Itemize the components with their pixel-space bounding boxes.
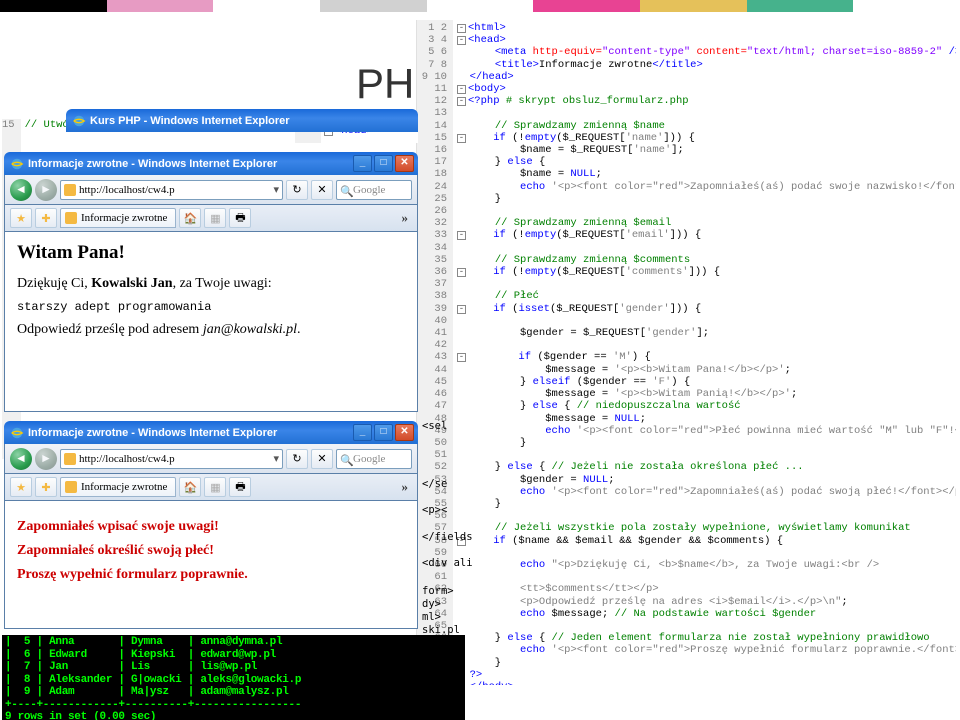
stop-button[interactable]: ✕ bbox=[311, 449, 333, 469]
ie1-content: Witam Pana! Dziękuję Ci, Kowalski Jan, z… bbox=[4, 232, 418, 412]
error-missing-gender: Zapomniałeś określić swoją płeć! bbox=[17, 543, 405, 559]
add-favorites-button[interactable]: ✚ bbox=[35, 477, 57, 497]
back-button[interactable]: ◄ bbox=[10, 179, 32, 201]
window-title: Informacje zwrotne - Windows Internet Ex… bbox=[28, 427, 277, 439]
print-button[interactable]: 🖶 bbox=[229, 208, 251, 228]
code-fragment: ml> bbox=[422, 611, 441, 623]
php-source-editor: 1 2 3 4 5 6 7 8 9 10 11 12 13 14 15 16 1… bbox=[416, 20, 956, 685]
error-missing-comments: Zapomniałeś wpisać swoje uwagi! bbox=[17, 519, 405, 535]
address-bar[interactable]: http://localhost/cw4.p ▾ bbox=[60, 449, 283, 469]
ie2-titlebar[interactable]: Informacje zwrotne - Windows Internet Ex… bbox=[4, 421, 418, 444]
dropdown-icon[interactable]: ▾ bbox=[273, 452, 279, 465]
code-fragment: </fields bbox=[422, 531, 473, 543]
maximize-button[interactable]: □ bbox=[374, 424, 393, 441]
toolbar-overflow[interactable]: » bbox=[402, 210, 413, 226]
ie-icon bbox=[10, 157, 24, 171]
ie1-tabbar: ★ ✚ Informacje zwrotne 🏠 ▦ 🖶 » bbox=[4, 205, 418, 232]
window-title: Kurs PHP - Windows Internet Explorer bbox=[90, 115, 290, 127]
comments-text: starszy adept programowania bbox=[17, 300, 405, 314]
page-favicon bbox=[65, 212, 77, 224]
page-favicon bbox=[65, 481, 77, 493]
favorites-button[interactable]: ★ bbox=[10, 477, 32, 497]
toolbar-overflow[interactable]: » bbox=[402, 479, 413, 495]
stop-button[interactable]: ✕ bbox=[311, 180, 333, 200]
maximize-button[interactable]: □ bbox=[374, 155, 393, 172]
google-icon: 🔍 bbox=[340, 185, 350, 195]
ie2-navbar: ◄ ► http://localhost/cw4.p ▾ ↻ ✕ 🔍 Googl… bbox=[4, 444, 418, 474]
minimize-button[interactable]: _ bbox=[353, 155, 372, 172]
back-button[interactable]: ◄ bbox=[10, 448, 32, 470]
ie1-titlebar[interactable]: Informacje zwrotne - Windows Internet Ex… bbox=[4, 152, 418, 175]
search-box[interactable]: 🔍 Google bbox=[336, 180, 412, 200]
refresh-button[interactable]: ↻ bbox=[286, 449, 308, 469]
code-fragment: <p>< bbox=[422, 504, 447, 516]
refresh-button[interactable]: ↻ bbox=[286, 180, 308, 200]
ie2-content: Zapomniałeś wpisać swoje uwagi! Zapomnia… bbox=[4, 501, 418, 629]
code-fragment: <div ali bbox=[422, 557, 473, 569]
thanks-line: Dziękuję Ci, Kowalski Jan, za Twoje uwag… bbox=[17, 276, 405, 292]
home-button[interactable]: 🏠 bbox=[179, 208, 201, 228]
feed-button[interactable]: ▦ bbox=[204, 477, 226, 497]
ie1-navbar: ◄ ► http://localhost/cw4.p ▾ ↻ ✕ 🔍 Googl… bbox=[4, 175, 418, 205]
ie-titlebar-kursphp[interactable]: Kurs PHP - Windows Internet Explorer bbox=[66, 109, 418, 132]
dropdown-icon[interactable]: ▾ bbox=[273, 183, 279, 196]
feed-button[interactable]: ▦ bbox=[204, 208, 226, 228]
ie-icon bbox=[10, 426, 24, 440]
ie-icon bbox=[72, 114, 86, 128]
google-icon: 🔍 bbox=[340, 454, 350, 464]
reply-line: Odpowiedź prześlę pod adresem jan@kowals… bbox=[17, 322, 405, 338]
code-fragment: form> bbox=[422, 585, 454, 597]
code-fragment: </se bbox=[422, 478, 447, 490]
tab-informacje[interactable]: Informacje zwrotne bbox=[60, 208, 176, 228]
ie2-tabbar: ★ ✚ Informacje zwrotne 🏠 ▦ 🖶 » bbox=[4, 474, 418, 501]
forward-button[interactable]: ► bbox=[35, 179, 57, 201]
error-fill-form: Proszę wypełnić formularz poprawnie. bbox=[17, 567, 405, 583]
home-button[interactable]: 🏠 bbox=[179, 477, 201, 497]
source-code: -<html> -<head> <meta http-equiv="conten… bbox=[453, 20, 956, 685]
tab-informacje[interactable]: Informacje zwrotne bbox=[60, 477, 176, 497]
window-title: Informacje zwrotne - Windows Internet Ex… bbox=[28, 158, 277, 170]
code-fragment: dy> bbox=[422, 598, 441, 610]
forward-button[interactable]: ► bbox=[35, 448, 57, 470]
search-box[interactable]: 🔍 Google bbox=[336, 449, 412, 469]
page-favicon bbox=[64, 453, 76, 465]
decorative-color-bar bbox=[0, 0, 960, 12]
favorites-button[interactable]: ★ bbox=[10, 208, 32, 228]
close-button[interactable]: ✕ bbox=[395, 424, 414, 441]
close-button[interactable]: ✕ bbox=[395, 155, 414, 172]
greeting-heading: Witam Pana! bbox=[17, 242, 405, 264]
minimize-button[interactable]: _ bbox=[353, 424, 372, 441]
print-button[interactable]: 🖶 bbox=[229, 477, 251, 497]
address-bar[interactable]: http://localhost/cw4.p ▾ bbox=[60, 180, 283, 200]
add-favorites-button[interactable]: ✚ bbox=[35, 208, 57, 228]
mysql-terminal: | 5 | Anna | Dymna | anna@dymna.pl | 6 |… bbox=[2, 635, 465, 720]
page-favicon bbox=[64, 184, 76, 196]
code-fragment: <sel bbox=[422, 420, 447, 432]
